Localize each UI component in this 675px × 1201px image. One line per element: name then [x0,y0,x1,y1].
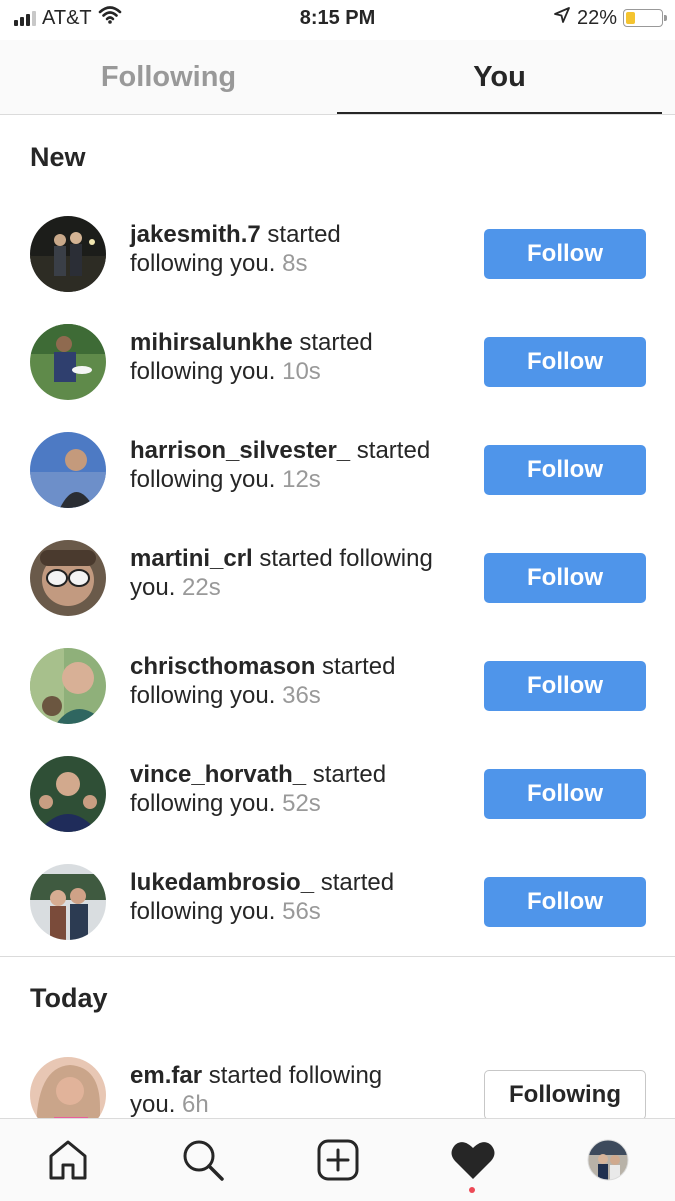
timestamp: 12s [282,466,321,493]
notification-text: harrison_silvester_ started following yo… [130,436,470,494]
search-icon [183,1140,224,1181]
status-bar: AT&T 8:15 PM 22% [0,0,675,40]
home-icon [49,1140,86,1180]
action-text: following you. [130,466,276,493]
timestamp: 22s [182,574,221,601]
notification-row[interactable]: lukedambrosio_ started following you. 56… [0,848,675,956]
username-link[interactable]: jakesmith.7 [130,221,261,248]
user-avatar[interactable] [30,864,106,940]
notification-row[interactable]: mihirsalunkhe started following you. 10s… [0,308,675,416]
battery-icon [623,9,667,27]
follow-button[interactable]: Follow [484,445,646,495]
action-text: started [350,437,431,464]
section-divider [0,956,675,957]
action-text: started [314,869,395,896]
timestamp: 52s [282,790,321,817]
status-right: 22% [553,6,667,30]
action-text: started [306,761,387,788]
location-arrow-icon [553,6,571,30]
nav-home[interactable] [0,1119,135,1201]
action-text: following you. [130,790,276,817]
action-text: started [292,329,373,356]
username-link[interactable]: lukedambrosio_ [130,869,314,896]
bottom-nav [0,1118,675,1201]
action-text: started following [202,1062,383,1089]
action-text: started [315,653,396,680]
action-text: started [260,221,341,248]
user-avatar[interactable] [30,540,106,616]
section-title-today: Today [30,983,108,1013]
follow-button[interactable]: Follow [484,337,646,387]
follow-button[interactable]: Follow [484,553,646,603]
timestamp: 8s [282,250,308,277]
notification-row[interactable]: martini_crl started following you. 22s F… [0,524,675,632]
notification-text: vince_horvath_ started following you. 52… [130,760,470,818]
username-link[interactable]: harrison_silvester_ [130,437,350,464]
nav-profile[interactable] [540,1119,675,1201]
follow-button[interactable]: Follow [484,229,646,279]
username-link[interactable]: martini_crl [130,545,253,572]
active-tab-indicator [337,112,662,114]
tab-you[interactable]: You [337,40,662,114]
notification-row[interactable]: jakesmith.7 started following you. 8s Fo… [0,200,675,308]
timestamp: 6h [182,1091,209,1118]
timestamp: 56s [282,898,321,925]
user-avatar[interactable] [30,756,106,832]
action-text: following you. [130,682,276,709]
battery-percent: 22% [576,6,617,29]
activity-tabs: Following You [0,40,675,115]
timestamp: 36s [282,682,321,709]
user-avatar[interactable] [30,648,106,724]
notification-text: em.far started following you. 6h [130,1061,470,1119]
notification-text: lukedambrosio_ started following you. 56… [130,868,470,926]
username-link[interactable]: mihirsalunkhe [130,329,293,356]
action-text: you. [130,1091,176,1118]
timestamp: 10s [282,358,321,385]
add-post-icon [317,1139,358,1181]
nav-new-post[interactable] [270,1119,405,1201]
notification-text: chriscthomason started following you. 36… [130,652,470,710]
action-text: following you. [130,250,276,277]
action-text: following you. [130,358,276,385]
follow-button[interactable]: Follow [484,877,646,927]
nav-search[interactable] [135,1119,270,1201]
following-button[interactable]: Following [484,1070,646,1120]
notification-text: mihirsalunkhe started following you. 10s [130,328,470,386]
notification-row[interactable]: harrison_silvester_ started following yo… [0,416,675,524]
battery-fill [626,12,635,24]
section-title-new: New [30,142,86,172]
username-link[interactable]: vince_horvath_ [130,761,306,788]
notification-row[interactable]: chriscthomason started following you. 36… [0,632,675,740]
user-avatar[interactable] [30,216,106,292]
activity-indicator-dot [469,1187,475,1193]
user-avatar[interactable] [30,324,106,400]
username-link[interactable]: chriscthomason [130,653,315,680]
action-text: you. [130,574,176,601]
username-link[interactable]: em.far [130,1062,202,1089]
profile-avatar [587,1139,628,1181]
action-text: started following [252,545,433,572]
follow-button[interactable]: Follow [484,769,646,819]
tab-following[interactable]: Following [0,40,337,114]
follow-button[interactable]: Follow [484,661,646,711]
activity-heart-icon [451,1142,494,1179]
notification-text: martini_crl started following you. 22s [130,544,470,602]
notification-row[interactable]: vince_horvath_ started following you. 52… [0,740,675,848]
notification-text: jakesmith.7 started following you. 8s [130,220,470,278]
user-avatar[interactable] [30,432,106,508]
action-text: following you. [130,898,276,925]
